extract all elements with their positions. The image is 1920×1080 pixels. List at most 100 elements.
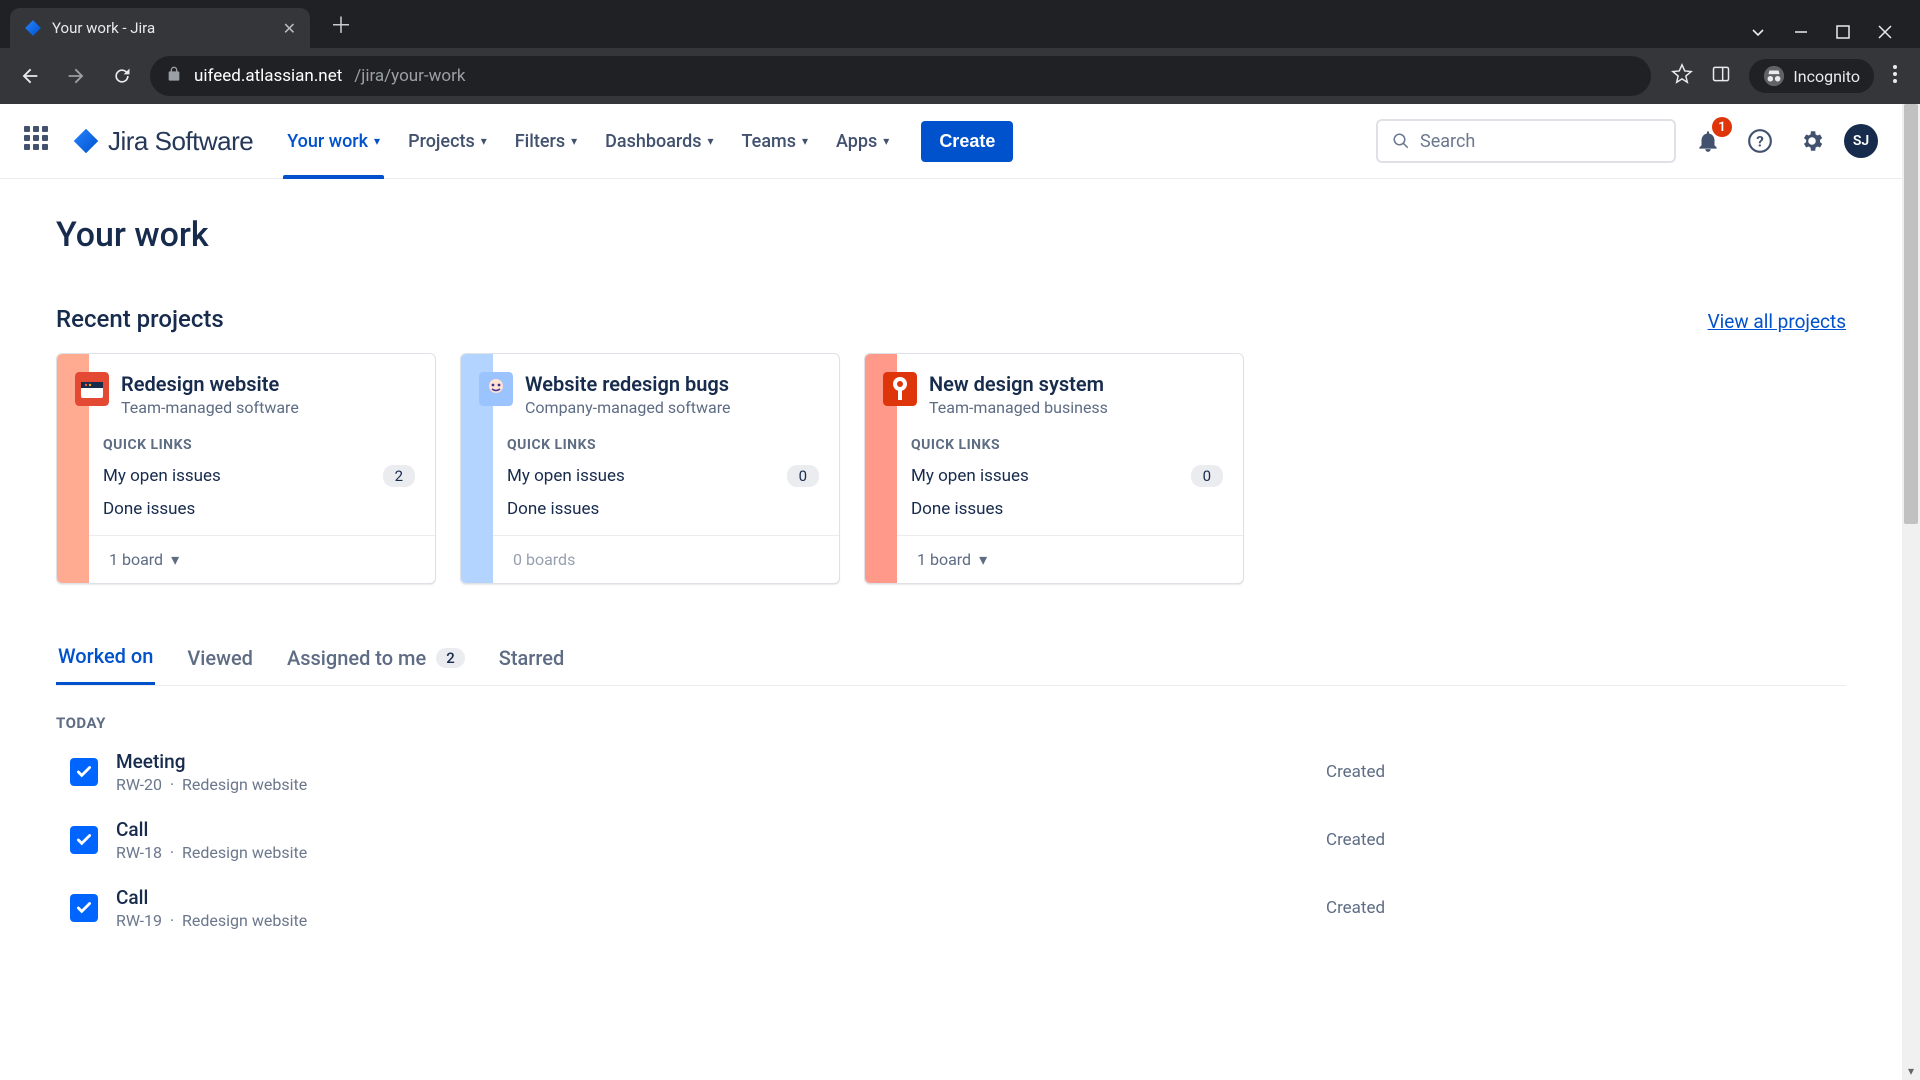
browser-tab[interactable]: Your work - Jira ✕ bbox=[10, 8, 310, 48]
scrollbar-thumb[interactable] bbox=[1904, 104, 1918, 524]
nav-item-projects[interactable]: Projects ▾ bbox=[396, 104, 499, 179]
done-issues-link[interactable]: Done issues bbox=[507, 499, 819, 519]
side-panel-icon[interactable] bbox=[1711, 64, 1731, 88]
tab-title: Your work - Jira bbox=[52, 19, 273, 37]
notification-count-badge: 1 bbox=[1712, 117, 1732, 137]
done-issues-label: Done issues bbox=[103, 499, 195, 519]
chevron-down-icon: ▾ bbox=[979, 550, 987, 569]
chevron-down-icon: ▾ bbox=[571, 134, 577, 148]
nav-item-label: Your work bbox=[287, 131, 368, 152]
chevron-down-icon: ▾ bbox=[374, 134, 380, 148]
issue-status: Created bbox=[1326, 898, 1846, 918]
tab-label: Viewed bbox=[187, 646, 253, 670]
issue-list: Meeting RW-20 · Redesign website Created… bbox=[56, 732, 1846, 936]
issue-row[interactable]: Meeting RW-20 · Redesign website Created bbox=[56, 732, 1846, 800]
issue-status: Created bbox=[1326, 830, 1846, 850]
new-tab-button[interactable]: ＋ bbox=[322, 0, 360, 48]
boards-count: 1 board bbox=[917, 550, 971, 569]
tab-viewed[interactable]: Viewed bbox=[185, 644, 255, 685]
minimize-icon[interactable] bbox=[1794, 25, 1808, 39]
url-input[interactable]: uifeed.atlassian.net/jira/your-work bbox=[150, 56, 1651, 96]
nav-item-label: Projects bbox=[408, 131, 475, 152]
quick-links-label: QUICK LINKS bbox=[507, 437, 819, 453]
address-bar: uifeed.atlassian.net/jira/your-work Inco… bbox=[0, 48, 1920, 104]
user-avatar[interactable]: SJ bbox=[1844, 124, 1878, 158]
incognito-icon bbox=[1763, 65, 1785, 87]
quick-links-label: QUICK LINKS bbox=[911, 437, 1223, 453]
close-window-icon[interactable] bbox=[1878, 25, 1892, 39]
chevron-down-icon: ▾ bbox=[171, 550, 179, 569]
issue-status: Created bbox=[1326, 762, 1846, 782]
my-open-issues-link[interactable]: My open issues 2 bbox=[103, 465, 415, 487]
nav-item-label: Filters bbox=[515, 131, 565, 152]
issue-row[interactable]: Call RW-18 · Redesign website Created bbox=[56, 800, 1846, 868]
tab-close-icon[interactable]: ✕ bbox=[283, 19, 296, 38]
done-issues-label: Done issues bbox=[507, 499, 599, 519]
search-icon bbox=[1392, 132, 1410, 150]
notifications-button[interactable]: 1 bbox=[1688, 121, 1728, 161]
issue-meta: RW-18 · Redesign website bbox=[116, 843, 1308, 862]
nav-item-dashboards[interactable]: Dashboards ▾ bbox=[593, 104, 725, 179]
search-input[interactable]: Search bbox=[1376, 119, 1676, 163]
project-type: Team-managed business bbox=[929, 398, 1108, 417]
jira-logo-icon bbox=[72, 127, 100, 155]
work-tabs: Worked on Viewed Assigned to me2 Starred bbox=[56, 644, 1846, 686]
tab-label: Worked on bbox=[58, 644, 153, 668]
nav-item-filters[interactable]: Filters ▾ bbox=[503, 104, 589, 179]
my-open-issues-label: My open issues bbox=[507, 466, 625, 486]
settings-button[interactable] bbox=[1792, 121, 1832, 161]
open-issues-count: 0 bbox=[1191, 465, 1223, 487]
nav-item-apps[interactable]: Apps▾ bbox=[824, 104, 901, 179]
tab-assigned-to-me[interactable]: Assigned to me2 bbox=[285, 644, 467, 685]
chevron-down-icon: ▾ bbox=[708, 134, 714, 148]
bookmark-star-icon[interactable] bbox=[1671, 63, 1693, 89]
browser-chrome: Your work - Jira ✕ ＋ uifeed.atlassian.ne… bbox=[0, 0, 1920, 104]
done-issues-link[interactable]: Done issues bbox=[103, 499, 415, 519]
maximize-icon[interactable] bbox=[1836, 25, 1850, 39]
scrollbar[interactable]: ▾ bbox=[1902, 104, 1920, 1080]
nav-reload-icon[interactable] bbox=[104, 58, 140, 94]
project-icon bbox=[479, 372, 513, 406]
project-card[interactable]: Redesign website Team-managed software Q… bbox=[56, 353, 436, 584]
project-card[interactable]: New design system Team-managed business … bbox=[864, 353, 1244, 584]
view-all-projects-link[interactable]: View all projects bbox=[1708, 310, 1846, 333]
task-icon bbox=[70, 758, 98, 786]
nav-item-label: Dashboards bbox=[605, 131, 701, 152]
jira-logo[interactable]: Jira Software bbox=[72, 126, 253, 157]
project-name: New design system bbox=[929, 372, 1108, 396]
boards-dropdown[interactable]: 1 board ▾ bbox=[897, 535, 1243, 583]
nav-item-teams[interactable]: Teams▾ bbox=[730, 104, 820, 179]
chevron-down-icon: ▾ bbox=[481, 134, 487, 148]
create-button[interactable]: Create bbox=[921, 121, 1013, 162]
project-card[interactable]: Website redesign bugs Company-managed so… bbox=[460, 353, 840, 584]
issue-title: Meeting bbox=[116, 750, 1308, 773]
window-controls bbox=[1750, 24, 1910, 48]
app-switcher-icon[interactable] bbox=[24, 126, 54, 156]
issue-title: Call bbox=[116, 886, 1308, 909]
page-title: Your work bbox=[56, 215, 1846, 255]
scrollbar-arrow-down-icon[interactable]: ▾ bbox=[1902, 1064, 1920, 1078]
tab-search-icon[interactable] bbox=[1750, 24, 1766, 40]
lock-icon bbox=[166, 66, 182, 87]
my-open-issues-link[interactable]: My open issues 0 bbox=[507, 465, 819, 487]
issue-meta: RW-20 · Redesign website bbox=[116, 775, 1308, 794]
done-issues-link[interactable]: Done issues bbox=[911, 499, 1223, 519]
issue-meta: RW-19 · Redesign website bbox=[116, 911, 1308, 930]
issue-row[interactable]: Call RW-19 · Redesign website Created bbox=[56, 868, 1846, 936]
tab-starred[interactable]: Starred bbox=[497, 644, 567, 685]
project-name: Redesign website bbox=[121, 372, 299, 396]
incognito-badge[interactable]: Incognito bbox=[1749, 59, 1874, 93]
chevron-down-icon: ▾ bbox=[802, 134, 808, 148]
url-path: /jira/your-work bbox=[354, 66, 465, 86]
help-button[interactable]: ? bbox=[1740, 121, 1780, 161]
boards-dropdown[interactable]: 1 board▾ bbox=[89, 535, 435, 583]
nav-items: Your work▾Projects▾Filters▾Dashboards▾Te… bbox=[275, 104, 901, 179]
tab-worked-on[interactable]: Worked on bbox=[56, 644, 155, 685]
browser-menu-icon[interactable] bbox=[1892, 64, 1898, 88]
tab-count-badge: 2 bbox=[436, 648, 465, 668]
nav-back-icon[interactable] bbox=[12, 58, 48, 94]
jira-favicon-icon bbox=[24, 19, 42, 37]
nav-item-your-work[interactable]: Your work ▾ bbox=[275, 104, 392, 179]
my-open-issues-link[interactable]: My open issues 0 bbox=[911, 465, 1223, 487]
project-icon bbox=[883, 372, 917, 406]
